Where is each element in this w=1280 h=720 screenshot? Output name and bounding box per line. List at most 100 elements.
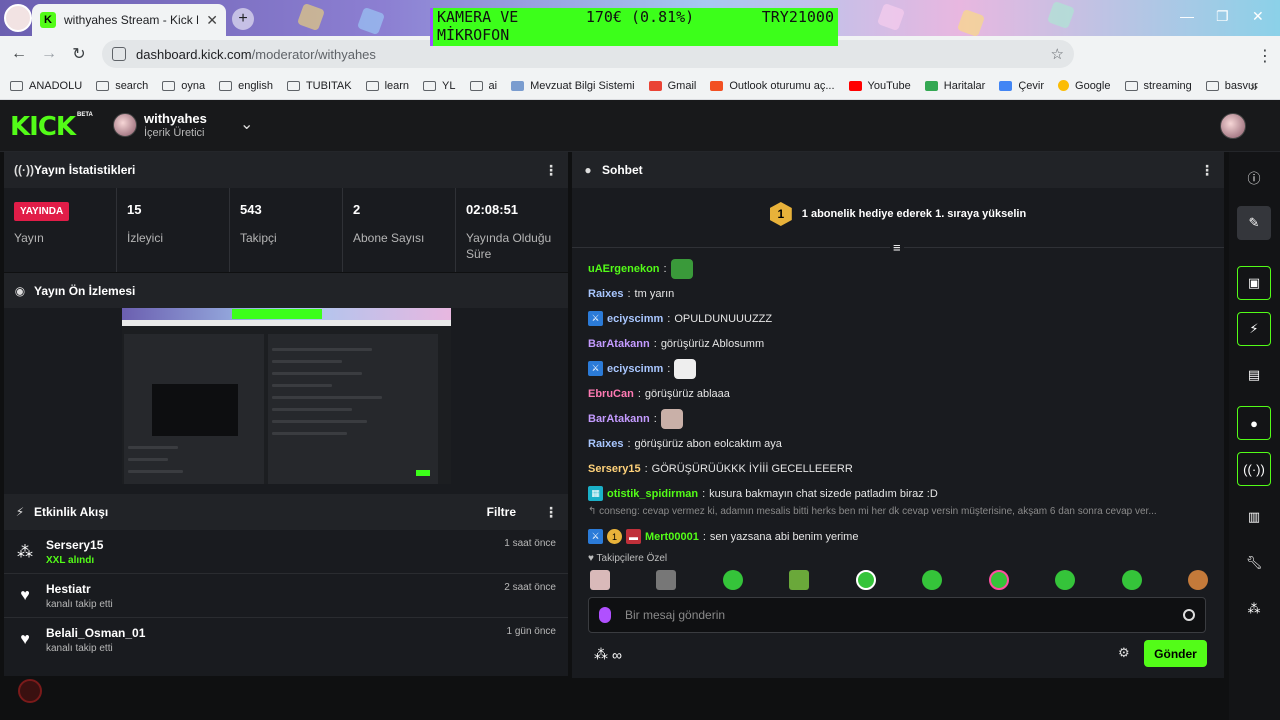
chat-message[interactable]: uAErgenekon: (588, 256, 1208, 281)
channel-avatar[interactable] (113, 113, 137, 137)
browser-tab-active[interactable]: K withyahes Stream - Kick Dashbo ✕ (32, 4, 226, 36)
bookmark-item[interactable]: ai (469, 80, 497, 92)
chat-username[interactable]: BarAtakann (588, 413, 650, 425)
broadcast-icon: ((·)) (14, 163, 34, 177)
emote-icon[interactable] (855, 570, 876, 590)
bookmark-item[interactable]: Gmail (648, 80, 696, 92)
chevron-right-icon[interactable]: » (1250, 78, 1258, 94)
activity-item[interactable]: ⁂ Sersery15 XXL alındı 1 saat önce (4, 530, 568, 574)
edit-pencil-icon[interactable]: ✎ (1237, 206, 1271, 240)
chat-username[interactable]: uAErgenekon (588, 263, 660, 275)
stream-preview[interactable] (122, 308, 451, 484)
chat-message[interactable]: ⚔ eciyscimm: OPULDUNUUUZZZ (588, 306, 1208, 331)
lightning-icon[interactable]: ⚡ (1237, 312, 1271, 346)
bookmark-item[interactable]: oyna (162, 80, 205, 92)
channel-name[interactable]: withyahes (144, 111, 207, 126)
activity-item[interactable]: ♥ Belali_Osman_01 kanalı takip etti 1 gü… (4, 618, 568, 662)
kick-logo[interactable]: KICK (10, 112, 76, 142)
browser-profile-avatar[interactable] (4, 4, 32, 32)
bookmark-item[interactable]: english (219, 80, 273, 92)
chat-username[interactable]: eciyscimm (607, 313, 663, 325)
reload-icon[interactable]: ↻ (64, 44, 94, 64)
info-icon[interactable]: ⓘ (1237, 160, 1271, 194)
screen-capture-icon[interactable]: ▣ (1237, 266, 1271, 300)
points-infinity[interactable]: ∞ (612, 647, 622, 663)
kick-points-icon[interactable]: ⁂ (594, 646, 608, 663)
bookmark-item[interactable]: ANADOLU (10, 80, 82, 92)
maps-icon (924, 80, 938, 91)
emote-icon[interactable] (656, 570, 677, 590)
emote-icon[interactable] (922, 570, 943, 590)
folder-icon (219, 80, 233, 91)
document-icon[interactable]: ▤ (1237, 358, 1271, 392)
emote-icon[interactable] (722, 570, 743, 590)
gear-icon[interactable]: ⚙ (1118, 645, 1130, 661)
activity-item[interactable]: ♥ Hestiatr kanalı takip etti 2 saat önce (4, 574, 568, 618)
url-text[interactable]: dashboard.kick.com/moderator/withyahes (136, 47, 1041, 62)
kebab-menu-icon[interactable]: ⋮ (1200, 162, 1214, 179)
bookmark-item[interactable]: learn (365, 80, 409, 92)
chat-message[interactable]: EbruCan: görüşürüz ablaaa (588, 381, 1208, 406)
chat-username[interactable]: Raixes (588, 438, 623, 450)
gift-sub-promo[interactable]: 1 1 abonelik hediye ederek 1. sıraya yük… (572, 188, 1224, 240)
forward-arrow-icon[interactable]: → (34, 45, 64, 63)
maximize-icon[interactable]: ❐ (1216, 8, 1229, 25)
broadcast-icon[interactable]: ((·)) (1237, 452, 1271, 486)
filter-button[interactable]: Filtre (487, 505, 516, 519)
chat-input-placeholder[interactable]: Bir mesaj gönderin (625, 608, 1169, 622)
bookmark-item[interactable]: Mevzuat Bilgi Sistemi (511, 80, 635, 92)
chat-message[interactable]: Raixes: görüşürüz abon eolcaktım aya (588, 431, 1208, 456)
bookmark-item[interactable]: streaming (1124, 80, 1192, 92)
bookmark-item[interactable]: search (96, 80, 148, 92)
chat-username[interactable]: otistik_spidirman (607, 488, 698, 500)
pin-collapse-icon[interactable]: ≡ (890, 240, 904, 255)
back-arrow-icon[interactable]: ← (4, 45, 34, 63)
chat-username[interactable]: BarAtakann (588, 338, 650, 350)
minimize-icon[interactable]: — (1180, 8, 1194, 24)
user-avatar[interactable] (1220, 113, 1246, 139)
chat-input-field[interactable]: Bir mesaj gönderin (588, 597, 1206, 633)
reply-context[interactable]: ↰ conseng: cevap vermez ki, adamın mesal… (588, 506, 1208, 524)
kebab-menu-icon[interactable]: ⋮ (544, 504, 558, 521)
bookmark-item[interactable]: Google (1058, 80, 1111, 92)
bookmark-item[interactable]: YouTube (848, 80, 911, 92)
chat-message[interactable]: Sersery15: GÖRÜŞÜRÜÜKKK İYİİİ GECELLEEER… (588, 456, 1208, 481)
chat-bubble-icon[interactable]: ● (1237, 406, 1271, 440)
chat-message[interactable]: BarAtakann: görüşürüz Ablosumm (588, 331, 1208, 356)
kebab-menu-icon[interactable]: ⋮ (544, 162, 558, 179)
new-tab-button[interactable]: + (232, 8, 254, 30)
bookmark-star-icon[interactable]: ☆ (1051, 45, 1064, 63)
bookmark-item[interactable]: YL (423, 80, 456, 92)
chat-message[interactable]: ▦ otistik_spidirman: kusura bakmayın cha… (588, 481, 1208, 506)
bookmark-item[interactable]: TUBITAK (286, 80, 352, 92)
emote-icon[interactable] (789, 570, 810, 590)
chat-username[interactable]: Raixes (588, 288, 623, 300)
wrench-icon[interactable]: 🔧︎ (1237, 546, 1271, 580)
layout-icon[interactable]: ▥ (1237, 500, 1271, 534)
emoji-picker-icon[interactable] (1183, 609, 1195, 621)
chat-message[interactable]: Raixes: tm yarın (588, 281, 1208, 306)
chevron-down-icon[interactable]: ⌄ (240, 114, 253, 134)
chat-message[interactable]: ⚔ eciyscimm: (588, 356, 1208, 381)
chat-username[interactable]: eciyscimm (607, 363, 663, 375)
more-menu-icon[interactable]: ⋮ (1250, 46, 1280, 66)
emote-icon[interactable] (590, 570, 610, 590)
microphone-icon[interactable] (599, 607, 611, 623)
bookmark-item[interactable]: Outlook oturumu aç... (710, 80, 835, 92)
close-icon[interactable]: ✕ (206, 12, 218, 29)
chat-username[interactable]: EbruCan (588, 388, 634, 400)
close-window-icon[interactable]: ✕ (1252, 8, 1264, 25)
chat-message[interactable]: ⚔ 1 ▬ Mert00001: sen yazsana abi benim y… (588, 524, 1208, 549)
kick-points-icon[interactable]: ⁂ (1237, 592, 1271, 626)
emote-icon[interactable] (988, 570, 1009, 590)
emote-icon[interactable] (1121, 570, 1142, 590)
bookmark-item[interactable]: Haritalar (924, 80, 985, 92)
site-info-icon[interactable] (112, 47, 126, 61)
chat-username[interactable]: Sersery15 (588, 463, 641, 475)
bookmark-item[interactable]: Çevir (999, 80, 1044, 92)
emote-icon[interactable] (1055, 570, 1076, 590)
chat-message[interactable]: BarAtakann: (588, 406, 1208, 431)
chat-username[interactable]: Mert00001 (645, 531, 699, 543)
send-button[interactable]: Gönder (1144, 640, 1207, 667)
emote-icon[interactable] (1187, 570, 1208, 590)
